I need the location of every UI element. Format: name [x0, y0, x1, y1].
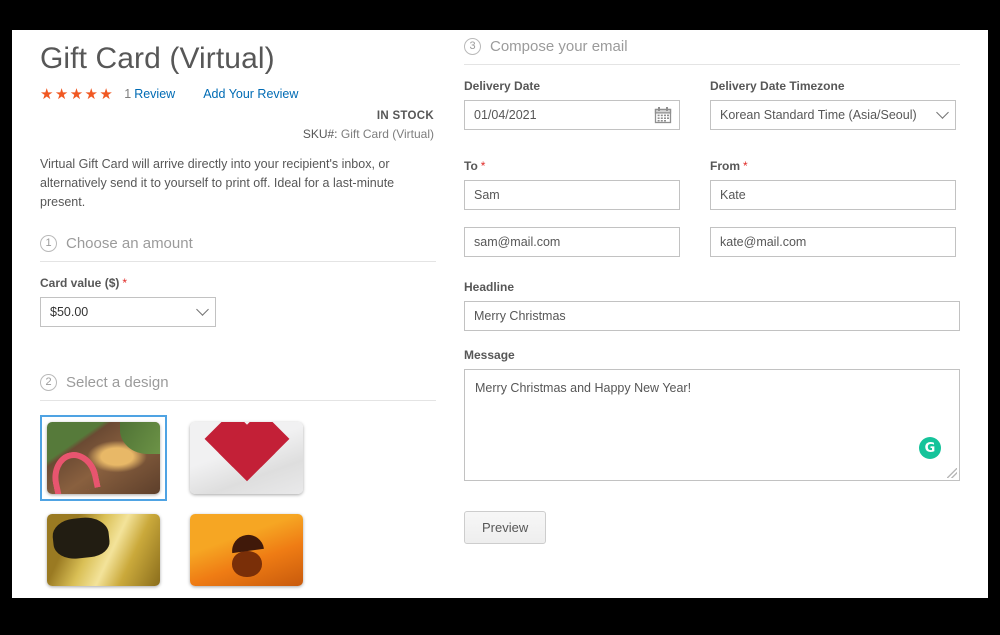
- design-thumbnail-grid: S: [40, 414, 436, 598]
- to-name-group: To * Sam: [464, 159, 680, 210]
- sku-label: SKU#:: [302, 126, 338, 141]
- message-textarea[interactable]: Merry Christmas and Happy New Year!: [464, 369, 960, 481]
- to-label: To *: [464, 159, 680, 173]
- headline-group: Headline Merry Christmas: [464, 280, 960, 331]
- calendar-icon[interactable]: [654, 106, 672, 124]
- card-value-label: Card value ($) *: [40, 276, 436, 290]
- design-thumb-happy-new-year-gold[interactable]: [40, 506, 167, 593]
- design-thumb-christmas-cookies[interactable]: [40, 414, 167, 501]
- page-title: Gift Card (Virtual): [40, 42, 275, 75]
- delivery-date-input[interactable]: 01/04/2021: [464, 100, 680, 130]
- to-column: To * Sam sam@mail.com: [464, 159, 680, 274]
- design-thumb-valentine-heart[interactable]: [183, 414, 310, 501]
- grammarly-icon[interactable]: G: [919, 437, 941, 459]
- design-thumb-halloween-pumpkin[interactable]: [183, 506, 310, 593]
- add-review-link[interactable]: Add Your Review: [203, 87, 298, 101]
- product-left-panel: Gift Card (Virtual) ★★★★★ 1 Review Add Yo…: [12, 30, 452, 598]
- delivery-date-label: Delivery Date: [464, 79, 541, 93]
- review-count-number: 1: [124, 87, 132, 101]
- to-label-text: To: [464, 159, 478, 173]
- delivery-date-group: Delivery Date 01/04/2021: [464, 79, 680, 130]
- valentine-heart-image: [190, 421, 303, 494]
- step-2-number: 2: [40, 373, 57, 391]
- halloween-pumpkin-image: [190, 513, 303, 586]
- message-label: Message: [464, 348, 515, 362]
- christmas-cookies-image: [47, 421, 160, 494]
- step-2-title: Select a design: [66, 373, 169, 391]
- step-3-header: 3 Compose your email: [464, 38, 960, 65]
- preview-button[interactable]: Preview: [464, 511, 547, 544]
- recipient-row: To * Sam sam@mail.com From * Kate kate@mai…: [464, 159, 960, 274]
- delivery-date-field[interactable]: 01/04/2021: [464, 100, 680, 130]
- rating-row: ★★★★★ 1 Review Add Your Review: [40, 87, 436, 102]
- review-count-link[interactable]: 1 Review: [124, 87, 175, 101]
- compose-email-panel: 3 Compose your email Delivery Date 01/04…: [452, 30, 988, 598]
- from-email-input[interactable]: kate@mail.com: [710, 227, 956, 257]
- timezone-selected: Korean Standard Time (Asia/Seoul): [710, 100, 956, 130]
- headline-label: Headline: [464, 280, 515, 294]
- product-page: Gift Card (Virtual) ★★★★★ 1 Review Add Yo…: [12, 30, 988, 598]
- timezone-label: Delivery Date Timezone: [710, 79, 845, 93]
- stock-info: IN STOCK SKU#: Gift Card (Virtual): [40, 110, 436, 141]
- required-asterisk: *: [743, 159, 748, 173]
- product-description: Virtual Gift Card will arrive directly i…: [40, 156, 395, 210]
- card-value-select[interactable]: $50.00: [40, 296, 216, 327]
- headline-input[interactable]: Merry Christmas: [464, 301, 960, 331]
- from-column: From * Kate kate@mail.com: [710, 159, 956, 274]
- sku-row: SKU#: Gift Card (Virtual): [40, 127, 434, 141]
- step-1-header: 1 Choose an amount: [40, 234, 436, 262]
- to-email-group: sam@mail.com: [464, 227, 680, 257]
- from-name-input[interactable]: Kate: [710, 180, 956, 210]
- step-3-number: 3: [464, 38, 481, 55]
- step-1-number: 1: [40, 234, 57, 252]
- from-label: From *: [710, 159, 956, 173]
- step-1-title: Choose an amount: [66, 234, 193, 252]
- to-email-input[interactable]: sam@mail.com: [464, 227, 680, 257]
- card-value-label-text: Card value ($): [40, 275, 120, 290]
- happy-new-year-gold-image: [47, 513, 160, 586]
- timezone-group: Delivery Date Timezone Korean Standard T…: [710, 79, 956, 130]
- resize-handle[interactable]: [947, 468, 957, 478]
- from-name-group: From * Kate: [710, 159, 956, 210]
- required-asterisk: *: [122, 275, 128, 290]
- step-2-header: 2 Select a design: [40, 373, 436, 401]
- message-field: Merry Christmas and Happy New Year! G: [464, 369, 960, 481]
- from-email-group: kate@mail.com: [710, 227, 956, 257]
- delivery-row: Delivery Date 01/04/2021 Delivery Date T…: [464, 79, 960, 147]
- message-group: Message Merry Christmas and Happy New Ye…: [464, 348, 960, 481]
- review-count-word: Review: [134, 87, 176, 101]
- card-value-selected: $50.00: [40, 296, 216, 327]
- from-label-text: From: [710, 159, 740, 173]
- to-name-input[interactable]: Sam: [464, 180, 680, 210]
- required-asterisk: *: [480, 159, 486, 173]
- star-rating-icon: ★★★★★: [40, 85, 115, 103]
- sku-value: Gift Card (Virtual): [340, 126, 434, 141]
- timezone-select[interactable]: Korean Standard Time (Asia/Seoul): [710, 100, 956, 130]
- card-value-group: Card value ($) * $50.00: [40, 276, 436, 327]
- status-badge: IN STOCK: [376, 109, 434, 122]
- step-3-title: Compose your email: [490, 38, 628, 55]
